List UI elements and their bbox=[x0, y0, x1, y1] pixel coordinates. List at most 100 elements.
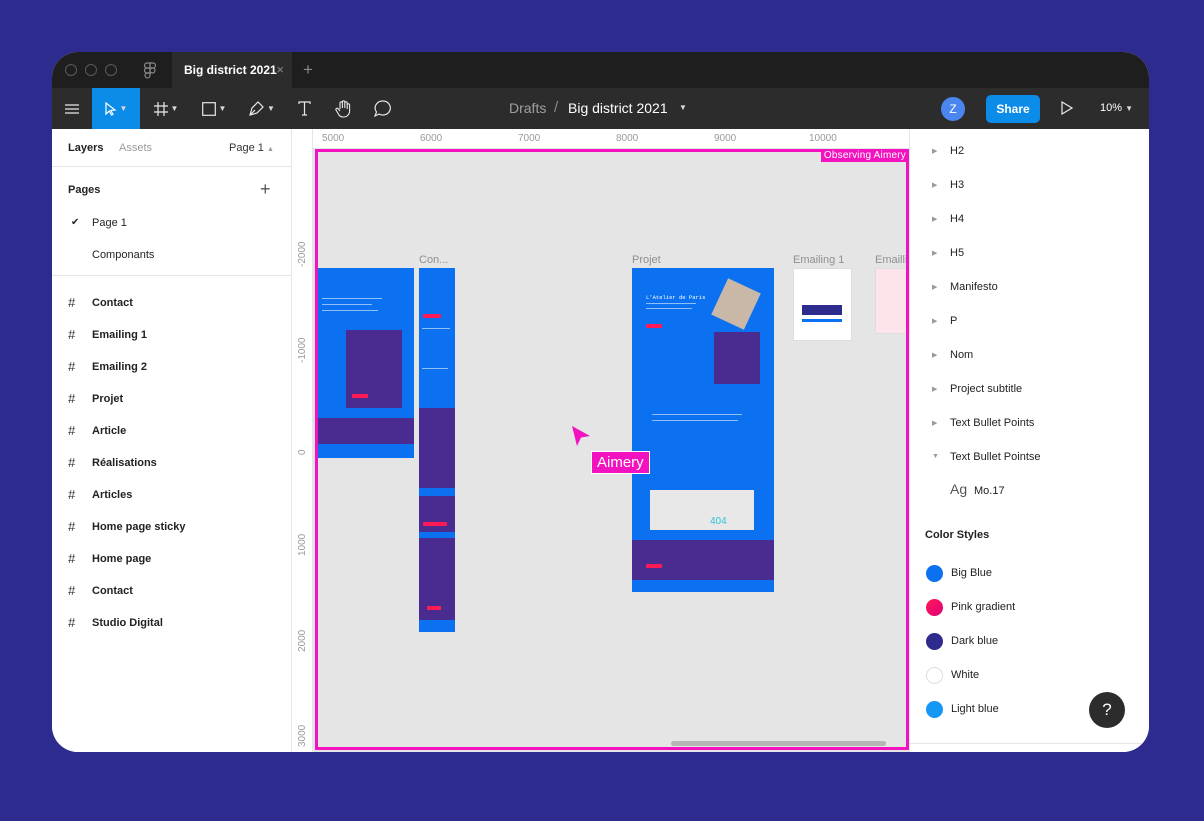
text-style-item[interactable]: ▶ H2 bbox=[930, 145, 1140, 165]
layer-label: Articles bbox=[92, 489, 133, 501]
comment-tool-button[interactable] bbox=[368, 88, 398, 129]
right-panel: ▶ H2 ▶ H3 ▶ H4 ▶ H5 ▶ Manifesto ▶ P ▶ Nom ▶ Proj… bbox=[909, 129, 1149, 752]
file-tab[interactable]: Big district 2021 × bbox=[172, 52, 292, 88]
layer-item[interactable]: # Article bbox=[68, 423, 268, 443]
color-swatch-white[interactable] bbox=[926, 667, 943, 684]
title-bar: Big district 2021 × + bbox=[52, 52, 1149, 88]
layer-label: Home page bbox=[92, 553, 152, 565]
layer-item[interactable]: # Home page sticky bbox=[68, 519, 268, 539]
page-item[interactable]: Componants bbox=[92, 249, 154, 261]
caret-right-icon: ▶ bbox=[932, 216, 938, 223]
layer-item[interactable]: # Réalisations bbox=[68, 455, 268, 475]
observing-label[interactable]: Observing Aimery bbox=[820, 149, 909, 162]
color-style-label[interactable]: Pink gradient bbox=[951, 601, 1015, 613]
layer-item[interactable]: # Projet bbox=[68, 391, 268, 411]
share-button[interactable]: Share bbox=[986, 95, 1040, 123]
frame-icon: # bbox=[68, 615, 76, 630]
text-style-label: H4 bbox=[950, 213, 965, 225]
layer-item[interactable]: # Articles bbox=[68, 487, 268, 507]
tab-assets[interactable]: Assets bbox=[119, 142, 152, 154]
zoom-value: 10% bbox=[1100, 102, 1123, 114]
text-style-item[interactable]: ▶ H3 bbox=[930, 179, 1140, 199]
caret-right-icon: ▶ bbox=[932, 386, 938, 393]
divider bbox=[910, 743, 1149, 744]
move-tool-button[interactable]: ▼ bbox=[92, 88, 140, 129]
layer-item[interactable]: # Studio Digital bbox=[68, 615, 268, 635]
breadcrumb-separator: / bbox=[554, 99, 559, 116]
new-tab-button[interactable]: + bbox=[303, 60, 313, 80]
text-style-item[interactable]: ▶ H5 bbox=[930, 247, 1140, 267]
caret-right-icon: ▶ bbox=[932, 318, 938, 325]
text-style-label: H5 bbox=[950, 247, 965, 259]
text-style-item[interactable]: ▶ H4 bbox=[930, 213, 1140, 233]
color-swatch-big-blue[interactable] bbox=[926, 565, 943, 582]
tab-close-icon[interactable]: × bbox=[276, 52, 284, 88]
add-page-icon[interactable]: + bbox=[260, 179, 271, 200]
text-style-item[interactable]: ▶ P bbox=[930, 315, 1140, 335]
text-style-item[interactable]: ▶ Text Bullet Points bbox=[930, 417, 1140, 437]
check-icon: ✔ bbox=[71, 217, 80, 228]
maximize-window-button[interactable] bbox=[105, 64, 117, 76]
tab-layers[interactable]: Layers bbox=[68, 142, 103, 154]
layer-label: Emailing 1 bbox=[92, 329, 148, 341]
collaborator-name-tag: Aimery bbox=[591, 451, 650, 474]
color-swatch-pink-gradient[interactable] bbox=[926, 599, 943, 616]
frame-icon bbox=[153, 101, 168, 116]
color-style-label[interactable]: Big Blue bbox=[951, 567, 992, 579]
text-style-label: H3 bbox=[950, 179, 965, 191]
page-selector[interactable]: Page 1 ▲ bbox=[229, 142, 274, 154]
shape-tool-button[interactable]: ▼ bbox=[192, 88, 236, 129]
ruler-tick: 2000 bbox=[297, 629, 308, 652]
layer-item[interactable]: # Home page bbox=[68, 551, 268, 571]
main-menu-button[interactable] bbox=[52, 88, 92, 129]
hand-tool-button[interactable] bbox=[328, 88, 358, 129]
color-styles-title: Color Styles bbox=[925, 529, 990, 541]
layer-item[interactable]: # Contact bbox=[68, 295, 268, 315]
layer-label: Home page sticky bbox=[92, 521, 186, 533]
close-window-button[interactable] bbox=[65, 64, 77, 76]
help-button[interactable]: ? bbox=[1089, 692, 1125, 728]
chevron-down-icon: ▼ bbox=[170, 104, 179, 113]
present-play-icon[interactable] bbox=[1061, 101, 1073, 115]
page-item[interactable]: Page 1 bbox=[92, 217, 127, 229]
horizontal-scrollbar[interactable] bbox=[671, 741, 886, 746]
color-swatch-light-blue[interactable] bbox=[926, 701, 943, 718]
ruler-vertical: -2000 -1000 0 1000 2000 3000 bbox=[293, 129, 313, 752]
frame-icon: # bbox=[68, 583, 76, 598]
ruler-tick: 3000 bbox=[297, 724, 308, 747]
layer-item[interactable]: # Emailing 1 bbox=[68, 327, 268, 347]
text-style-item[interactable]: ▶ Manifesto bbox=[930, 281, 1140, 301]
ruler-tick: 10000 bbox=[809, 133, 837, 144]
ruler-tick: 0 bbox=[297, 449, 308, 455]
design-canvas[interactable]: 5000 6000 7000 8000 9000 10000 -2000 -10… bbox=[293, 129, 909, 752]
chevron-down-icon[interactable]: ▼ bbox=[679, 103, 687, 112]
zoom-dropdown[interactable]: 10% ▼ bbox=[1100, 102, 1133, 114]
color-swatch-dark-blue[interactable] bbox=[926, 633, 943, 650]
minimize-window-button[interactable] bbox=[85, 64, 97, 76]
layer-label: Studio Digital bbox=[92, 617, 163, 629]
left-panel: Layers Assets Page 1 ▲ Pages + ✔ Page 1 … bbox=[52, 129, 292, 752]
file-name[interactable]: Big district 2021 bbox=[568, 100, 668, 116]
text-style-item[interactable]: ▶ Nom bbox=[930, 349, 1140, 369]
avatar[interactable]: Z bbox=[941, 97, 965, 121]
color-style-label[interactable]: Dark blue bbox=[951, 635, 998, 647]
text-style-item[interactable]: ▼ Text Bullet Pointse bbox=[930, 451, 1140, 471]
text-tool-button[interactable] bbox=[290, 88, 318, 129]
ruler-tick: -2000 bbox=[297, 241, 308, 267]
color-style-label[interactable]: Light blue bbox=[951, 703, 999, 715]
layer-label: Emailing 2 bbox=[92, 361, 148, 373]
frame-tool-button[interactable]: ▼ bbox=[144, 88, 188, 129]
text-style-sub-item[interactable]: Mo.17 bbox=[974, 485, 1005, 497]
layer-item[interactable]: # Contact bbox=[68, 583, 268, 603]
collaborator-cursor-icon bbox=[572, 426, 590, 446]
text-style-label: P bbox=[950, 315, 958, 327]
frame-icon: # bbox=[68, 295, 76, 310]
breadcrumb-drafts[interactable]: Drafts bbox=[509, 100, 546, 116]
pen-tool-button[interactable]: ▼ bbox=[240, 88, 284, 129]
figma-logo-icon[interactable] bbox=[144, 62, 156, 79]
text-style-item[interactable]: ▶ Project subtitle bbox=[930, 383, 1140, 403]
pen-icon bbox=[249, 101, 264, 116]
frame-icon: # bbox=[68, 327, 76, 342]
layer-item[interactable]: # Emailing 2 bbox=[68, 359, 268, 379]
color-style-label[interactable]: White bbox=[951, 669, 979, 681]
